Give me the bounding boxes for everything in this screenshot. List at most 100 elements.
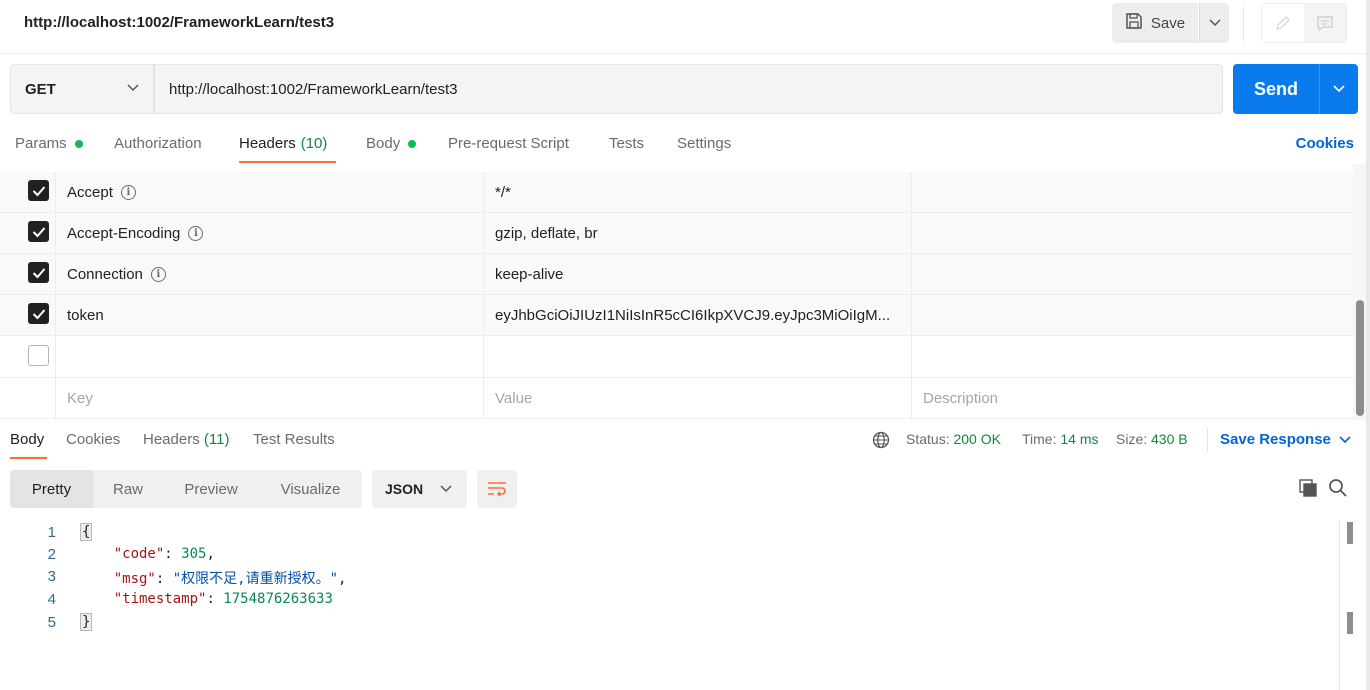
header-checkbox[interactable] bbox=[28, 221, 49, 242]
url-input[interactable] bbox=[154, 64, 1223, 114]
json-key: "timestamp" bbox=[113, 591, 207, 607]
key-placeholder[interactable]: Key bbox=[56, 378, 484, 419]
response-body-editor[interactable]: 1 { 2 "code": 305, 3 "msg": "权限不足,请重新授权。… bbox=[0, 520, 1340, 690]
header-description[interactable] bbox=[912, 254, 1353, 295]
save-response-button[interactable]: Save Response bbox=[1220, 431, 1351, 448]
header-checkbox[interactable] bbox=[28, 345, 49, 366]
header-value: */* bbox=[495, 184, 511, 201]
tab-headers[interactable]: Headers (10) bbox=[239, 135, 327, 152]
search-icon[interactable] bbox=[1328, 478, 1348, 498]
chevron-down-icon bbox=[127, 84, 139, 92]
table-row: Key Value Description bbox=[0, 378, 1353, 419]
tab-test-results[interactable]: Test Results bbox=[253, 431, 335, 448]
editor-scroll-marker[interactable] bbox=[1347, 522, 1353, 544]
save-button[interactable]: Save bbox=[1112, 3, 1198, 43]
tab-response-body[interactable]: Body bbox=[10, 431, 44, 448]
request-title[interactable]: http://localhost:1002/FrameworkLearn/tes… bbox=[24, 14, 334, 31]
tab-response-headers[interactable]: Headers (11) bbox=[143, 431, 229, 448]
view-pretty-button[interactable]: Pretty bbox=[10, 470, 93, 508]
header-description[interactable] bbox=[912, 295, 1353, 336]
value-placeholder[interactable]: Value bbox=[484, 378, 912, 419]
info-icon[interactable]: i bbox=[120, 185, 136, 200]
description-placeholder[interactable]: Description bbox=[912, 378, 1353, 419]
wrap-lines-icon bbox=[488, 482, 506, 497]
tab-settings[interactable]: Settings bbox=[677, 135, 731, 152]
header-description[interactable] bbox=[912, 172, 1353, 213]
status-readout[interactable]: Status: 200 OK bbox=[906, 431, 1001, 447]
format-label: JSON bbox=[385, 481, 424, 497]
size-readout[interactable]: Size: 430 B bbox=[1116, 431, 1188, 447]
code-line: 2 "code": 305, bbox=[0, 546, 1340, 568]
editor-scroll-marker[interactable] bbox=[1347, 612, 1353, 634]
request-title-bar: http://localhost:1002/FrameworkLearn/tes… bbox=[0, 0, 1370, 54]
copy-icon[interactable] bbox=[1298, 478, 1318, 498]
tab-authorization[interactable]: Authorization bbox=[114, 135, 202, 152]
save-dropdown-button[interactable] bbox=[1199, 3, 1229, 43]
check-icon bbox=[32, 185, 45, 196]
info-icon[interactable]: i bbox=[188, 226, 204, 241]
time-readout[interactable]: Time: 14 ms bbox=[1022, 431, 1099, 447]
view-preview-button[interactable]: Preview bbox=[163, 470, 259, 508]
close-brace: } bbox=[80, 613, 93, 631]
header-checkbox[interactable] bbox=[28, 262, 49, 283]
headers-scrollbar-thumb[interactable] bbox=[1356, 300, 1364, 416]
header-value: gzip, deflate, br bbox=[495, 225, 598, 242]
open-brace: { bbox=[80, 523, 93, 541]
active-tab-indicator bbox=[239, 161, 336, 163]
check-icon bbox=[32, 308, 45, 319]
chevron-down-icon bbox=[1339, 435, 1351, 443]
tab-prerequest-script[interactable]: Pre-request Script bbox=[448, 135, 569, 152]
headers-count: (10) bbox=[300, 135, 328, 152]
view-raw-button[interactable]: Raw bbox=[93, 470, 163, 508]
size-value: 430 B bbox=[1151, 431, 1188, 447]
wrap-lines-button[interactable] bbox=[477, 470, 517, 508]
send-button[interactable]: Send bbox=[1233, 64, 1319, 114]
send-dropdown-button[interactable] bbox=[1319, 64, 1358, 114]
view-visualize-button[interactable]: Visualize bbox=[259, 470, 362, 508]
header-value: eyJhbGciOiJIUzI1NiIsInR5cCI6IkpXVCJ9.eyJ… bbox=[495, 307, 891, 324]
format-select[interactable]: JSON bbox=[372, 470, 467, 508]
body-indicator-dot bbox=[408, 139, 417, 148]
new-header-description[interactable] bbox=[912, 337, 1353, 378]
table-row: Connection i keep-alive bbox=[0, 254, 1353, 295]
line-number: 4 bbox=[47, 591, 56, 608]
table-row: Accept-Encoding i gzip, deflate, br bbox=[0, 213, 1353, 254]
code-line: 4 "timestamp": 1754876263633 bbox=[0, 591, 1340, 613]
method-select[interactable]: GET bbox=[10, 64, 154, 114]
tab-response-cookies[interactable]: Cookies bbox=[66, 431, 120, 448]
save-group: Save bbox=[1112, 3, 1229, 43]
edit-button[interactable] bbox=[1262, 4, 1304, 42]
comments-button[interactable] bbox=[1304, 4, 1346, 42]
table-row: token eyJhbGciOiJIUzI1NiIsInR5cCI6IkpXVC… bbox=[0, 295, 1353, 336]
meta-divider bbox=[1207, 428, 1208, 452]
header-key: token bbox=[67, 307, 104, 324]
edit-comment-group bbox=[1261, 3, 1347, 43]
info-icon[interactable]: i bbox=[150, 267, 166, 282]
line-number: 3 bbox=[47, 568, 56, 585]
table-row: Accept i */* bbox=[0, 172, 1353, 213]
tab-body[interactable]: Body bbox=[366, 135, 417, 152]
params-indicator-dot bbox=[74, 139, 83, 148]
method-label: GET bbox=[25, 80, 56, 98]
json-key: "code" bbox=[113, 546, 165, 562]
save-icon bbox=[1125, 12, 1143, 34]
check-icon bbox=[32, 226, 45, 237]
time-value: 14 ms bbox=[1060, 431, 1099, 447]
new-header-value[interactable] bbox=[484, 337, 912, 378]
globe-icon[interactable] bbox=[872, 431, 890, 449]
tab-params[interactable]: Params bbox=[15, 135, 83, 152]
check-icon bbox=[32, 267, 45, 278]
chevron-down-icon bbox=[1208, 19, 1221, 27]
header-checkbox[interactable] bbox=[28, 180, 49, 201]
line-number: 1 bbox=[47, 524, 56, 541]
window-edge bbox=[1366, 0, 1370, 690]
cookies-link[interactable]: Cookies bbox=[1296, 135, 1354, 152]
tab-tests[interactable]: Tests bbox=[609, 135, 644, 152]
header-key: Accept-Encoding bbox=[67, 225, 181, 242]
header-description[interactable] bbox=[912, 213, 1353, 254]
response-view-selector: Pretty Raw Preview Visualize bbox=[10, 470, 362, 508]
header-checkbox[interactable] bbox=[28, 303, 49, 324]
request-tabs: Params Authorization Headers (10) Body Pr… bbox=[0, 128, 1370, 164]
code-line: 3 "msg": "权限不足,请重新授权。", bbox=[0, 568, 1340, 590]
new-header-key[interactable] bbox=[56, 337, 484, 378]
